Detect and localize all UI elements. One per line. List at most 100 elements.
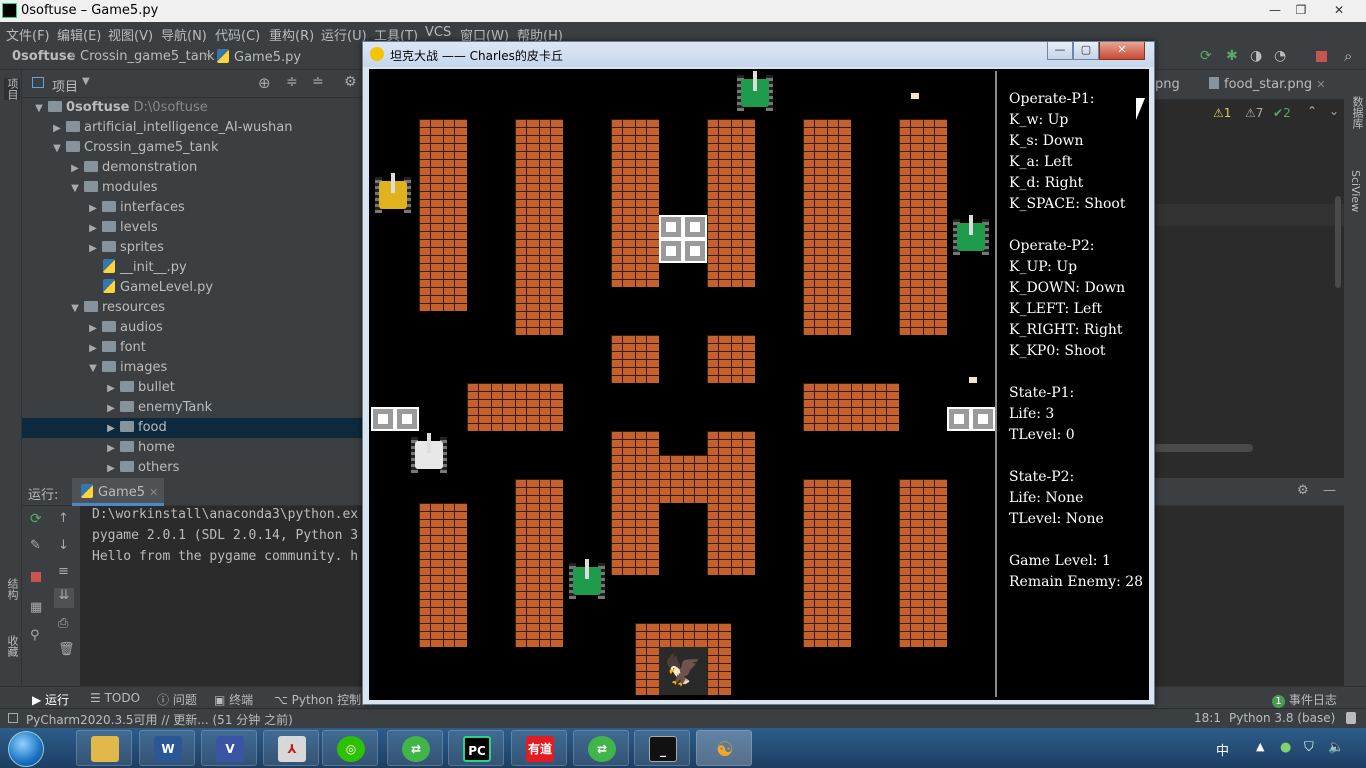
expand-all-icon[interactable]: ≑ [286, 74, 298, 90]
game-close-button[interactable]: ✕ [1099, 42, 1145, 60]
stop-icon[interactable] [31, 572, 41, 582]
profile-icon[interactable]: ◔ [1274, 48, 1286, 64]
taskbar-wechat[interactable]: ◎ [322, 730, 378, 766]
minimize-panel-icon[interactable]: — [1323, 483, 1336, 498]
coverage-icon[interactable]: ◑ [1250, 48, 1262, 64]
game-minimize-button[interactable]: — [1047, 42, 1073, 60]
menu-vcs[interactable]: VCS [425, 25, 451, 40]
close-icon[interactable]: ✕ [1316, 78, 1325, 91]
scroll-to-end-icon[interactable]: ⇊ [54, 588, 74, 608]
tree-folder-item[interactable]: ▼ 0softuse D:\0softuse [22, 98, 364, 118]
chevron-down-icon[interactable]: ⌄ [1329, 104, 1339, 118]
taskbar-pycharm[interactable]: PC [448, 730, 504, 766]
taskbar-360[interactable]: ⇄ [387, 730, 443, 766]
lock-icon[interactable] [1346, 712, 1356, 724]
menu-run[interactable]: 运行(U) [321, 25, 367, 44]
tree-folder-item[interactable]: ▶ audios [22, 318, 364, 338]
gear-icon[interactable]: ⚙ [344, 74, 357, 90]
down-arrow-icon[interactable]: ↓ [58, 538, 69, 553]
trash-icon[interactable]: 🗑 [58, 642, 75, 657]
chevron-right-icon[interactable]: ▶ [86, 239, 100, 259]
database-tool-tab[interactable]: 数据库 [1349, 96, 1365, 129]
volume-icon[interactable]: 🔈 [1328, 740, 1344, 755]
ok-count[interactable]: ✔2 [1273, 106, 1291, 120]
chevron-right-icon[interactable]: ▶ [86, 199, 100, 219]
tree-folder-item[interactable]: ▼ images [22, 358, 364, 378]
chevron-right-icon[interactable]: ▶ [104, 459, 118, 479]
taskbar-explorer[interactable] [76, 730, 132, 766]
status-panel-icon[interactable] [8, 713, 18, 723]
menu-file[interactable]: 文件(F) [6, 25, 50, 44]
tree-folder-item[interactable]: ▶ others [22, 458, 364, 478]
tree-folder-item[interactable]: ▶ home [22, 438, 364, 458]
interpreter-selector[interactable]: Python 3.8 (base) [1229, 711, 1335, 725]
pin-icon[interactable]: ⚲ [30, 628, 40, 643]
input-method-indicator[interactable]: 中 [1216, 740, 1229, 759]
taskbar-360-browser[interactable]: ⇄ [573, 730, 629, 766]
up-arrow-icon[interactable]: ↑ [58, 511, 69, 526]
wrench-icon[interactable]: ✎ [30, 538, 41, 553]
wechat-tray-icon[interactable]: ● [1280, 740, 1291, 755]
menu-refactor[interactable]: 重构(R) [269, 25, 314, 44]
tab-terminal[interactable]: ▣ 终端 [214, 691, 253, 708]
tab-run[interactable]: ▶ 运行 [32, 691, 69, 708]
tree-folder-item[interactable]: ▼ modules [22, 178, 364, 198]
chevron-up-icon[interactable]: ⌃ [1307, 104, 1317, 118]
stop-icon[interactable] [1316, 51, 1327, 62]
editor-scrollbar[interactable] [1335, 196, 1341, 288]
soft-wrap-icon[interactable]: ≡ [58, 564, 69, 579]
menu-navigate[interactable]: 导航(N) [161, 25, 207, 44]
shield-icon[interactable]: ⛉ [1304, 740, 1314, 755]
breadcrumb-project[interactable]: Crossin_game5_tank [80, 49, 214, 64]
tab-todo[interactable]: ☰ TODO [90, 691, 140, 705]
taskbar-visio[interactable]: V [201, 730, 257, 766]
chevron-down-icon[interactable]: ▼ [86, 359, 100, 379]
taskbar-acrobat[interactable]: ⅄ [263, 730, 319, 766]
tree-folder-item[interactable]: ▶ interfaces [22, 198, 364, 218]
chevron-down-icon[interactable]: ▼ [68, 299, 82, 319]
tree-folder-item[interactable]: ▶ levels [22, 218, 364, 238]
menu-code[interactable]: 代码(C) [215, 25, 260, 44]
sciview-tool-tab[interactable]: SciView [1349, 170, 1362, 212]
breadcrumb-file[interactable]: Game5.py [214, 49, 301, 65]
structure-tool-tab[interactable]: 结构 [4, 578, 20, 600]
tree-folder-item[interactable]: ▶ sprites [22, 238, 364, 258]
chevron-right-icon[interactable]: ▶ [86, 319, 100, 339]
locate-icon[interactable]: ⊕ [258, 74, 271, 92]
event-log[interactable]: 1 事件日志 [1272, 691, 1337, 708]
editor-area[interactable]: ⚠1 ⚠7 ✔2 ⌃ ⌄ [1153, 100, 1344, 478]
layout-icon[interactable]: ▦ [30, 600, 42, 615]
game-board[interactable]: 🦅 [371, 71, 997, 697]
project-tool-tab[interactable]: 项目 [4, 78, 20, 100]
chevron-down-icon[interactable]: ▼ [50, 139, 64, 159]
chevron-right-icon[interactable]: ▶ [68, 159, 82, 179]
rerun-icon[interactable]: ⟳ [30, 511, 42, 527]
tree-file-item[interactable]: GameLevel.py [22, 278, 364, 298]
taskbar-youdao[interactable]: 有道 [511, 730, 567, 766]
weak-warning-count[interactable]: ⚠7 [1245, 106, 1263, 120]
editor-horizontal-scrollbar[interactable] [1153, 444, 1253, 452]
ide-minimize-button[interactable]: — [1262, 1, 1288, 19]
editor-tab-png[interactable]: png [1155, 77, 1180, 92]
taskbar-cmd[interactable]: _ [634, 730, 690, 766]
chevron-right-icon[interactable]: ▶ [104, 379, 118, 399]
tab-python-console[interactable]: ⌥ Python 控制台 [274, 691, 373, 708]
tree-file-item[interactable]: __init__.py [22, 258, 364, 278]
project-panel-title[interactable]: 项目 [52, 76, 78, 95]
game-maximize-button[interactable]: ▢ [1073, 42, 1099, 60]
ide-maximize-button[interactable]: ❐ [1288, 1, 1314, 19]
taskbar-pygame[interactable]: ☯ [696, 730, 752, 766]
favorites-tool-tab[interactable]: 收藏 [4, 635, 20, 657]
game-canvas[interactable]: 🦅 Operate-P1: K_w: Up K_s: Down K_a: Left K_… [369, 69, 1149, 700]
chevron-down-icon[interactable]: ▼ [82, 76, 90, 87]
chevron-right-icon[interactable]: ▶ [86, 219, 100, 239]
editor-tab-food-star[interactable]: food_star.png ✕ [1209, 77, 1325, 92]
tray-expand-icon[interactable]: ▲ [1256, 740, 1264, 753]
tree-folder-item[interactable]: ▶ artificial_intelligence_AI-wushan [22, 118, 364, 138]
ide-close-button[interactable]: ✕ [1326, 1, 1352, 19]
tree-folder-item[interactable]: ▶ bullet [22, 378, 364, 398]
gear-icon[interactable]: ⚙ [1297, 483, 1309, 498]
chevron-down-icon[interactable]: ▼ [68, 179, 82, 199]
tree-folder-item[interactable]: ▶ food [22, 418, 364, 438]
chevron-right-icon[interactable]: ▶ [104, 399, 118, 419]
